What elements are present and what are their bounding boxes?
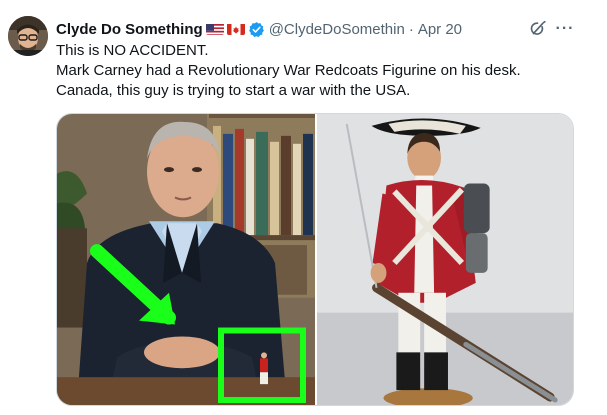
- tweet: Clyde Do Something @ClydeDoSomethin · Ap…: [0, 0, 607, 415]
- more-options-button[interactable]: ···: [553, 18, 577, 40]
- tweet-text-line: This is NO ACCIDENT.: [56, 42, 209, 59]
- media-image-carney[interactable]: [57, 114, 315, 405]
- tweet-date[interactable]: Apr 20: [418, 21, 462, 38]
- canada-flag-icon: [226, 23, 245, 35]
- media-image-figurine[interactable]: [317, 114, 573, 405]
- avatar[interactable]: [8, 16, 48, 56]
- us-flag-icon: [205, 23, 224, 35]
- tweet-text: This is NO ACCIDENT. Mark Carney had a R…: [56, 41, 596, 101]
- tweet-media: [56, 113, 574, 406]
- tweet-header: Clyde Do Something @ClydeDoSomethin · Ap…: [56, 18, 462, 40]
- grok-icon[interactable]: [527, 18, 549, 40]
- display-name[interactable]: Clyde Do Something: [56, 21, 203, 38]
- tweet-text-line: Canada, this guy is trying to start a wa…: [56, 82, 411, 99]
- separator-dot: ·: [408, 20, 414, 38]
- user-handle[interactable]: @ClydeDoSomethin: [269, 21, 405, 38]
- verified-badge-icon: [248, 21, 265, 38]
- tweet-text-line: Mark Carney had a Revolutionary War Redc…: [56, 62, 521, 79]
